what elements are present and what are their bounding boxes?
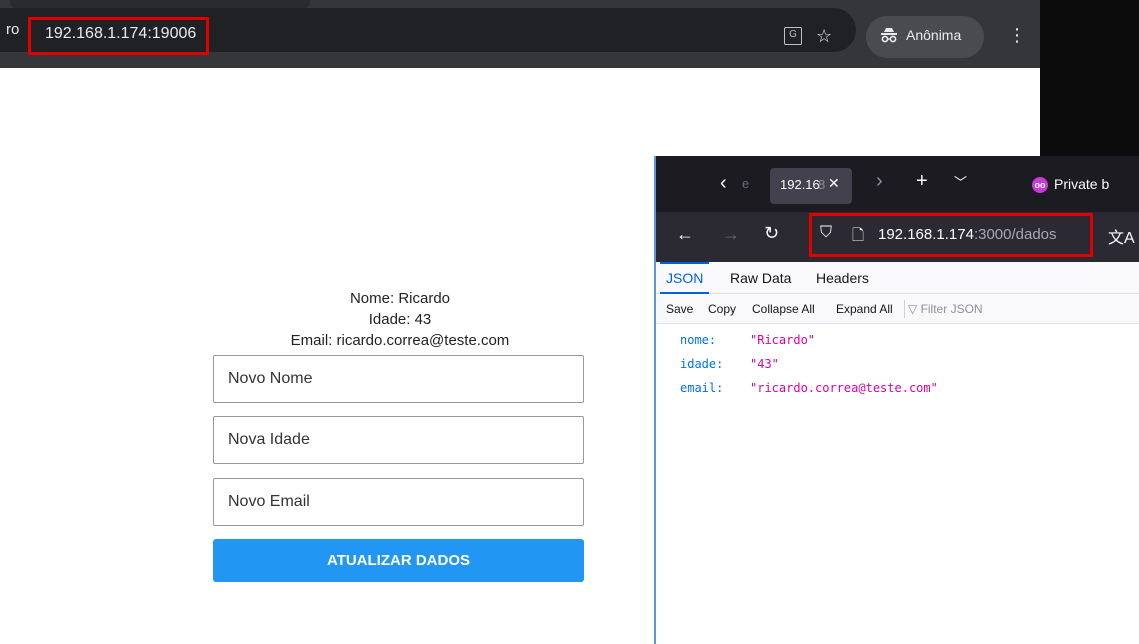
reload-icon[interactable]: ↻ <box>764 223 779 244</box>
save-button[interactable]: Save <box>666 294 693 324</box>
url-highlight-box <box>809 213 1093 257</box>
email-display: Email: ricardo.correa@teste.com <box>290 332 510 349</box>
tab-title-fade: 8 <box>818 177 826 192</box>
tab-headers[interactable]: Headers <box>810 262 875 294</box>
kebab-menu-icon[interactable]: ⋮ <box>1008 25 1026 46</box>
novo-email-input[interactable] <box>213 478 584 526</box>
toolbar-divider <box>904 300 905 318</box>
idade-display: Idade: 43 <box>368 311 432 328</box>
chrome-url-text[interactable]: 192.168.1.174:19006 <box>45 25 196 43</box>
close-tab-icon[interactable]: ✕ <box>828 175 840 192</box>
firefox-tab-bar: ‹ e 192.16 8 ✕ › + ﹀ oo Private b <box>656 156 1139 212</box>
scroll-tabs-left-icon[interactable]: ‹ <box>720 172 727 195</box>
translate-icon[interactable]: G <box>784 27 802 45</box>
collapse-all-button[interactable]: Collapse All <box>752 294 815 324</box>
new-tab-icon[interactable]: + <box>916 170 928 193</box>
tab-fragment: e <box>742 176 750 191</box>
json-value-nome: "Ricardo" <box>750 333 816 347</box>
incognito-icon <box>880 27 898 48</box>
nome-display: Nome: Ricardo <box>349 290 451 307</box>
expand-all-button[interactable]: Expand All <box>836 294 893 324</box>
json-value-idade: "43" <box>750 357 779 371</box>
filter-icon: ▽ <box>908 302 921 316</box>
back-arrow-icon[interactable]: ← <box>676 224 694 245</box>
chrome-tab[interactable] <box>10 0 310 8</box>
json-value-email: "ricardo.correa@teste.com" <box>750 381 938 395</box>
copy-button[interactable]: Copy <box>708 294 736 324</box>
firefox-active-tab[interactable]: 192.16 8 ✕ <box>770 168 852 204</box>
tab-raw-data[interactable]: Raw Data <box>724 262 797 294</box>
tab-json[interactable]: JSON <box>660 262 710 294</box>
incognito-label: Anônima <box>906 27 962 43</box>
star-icon[interactable]: ☆ <box>816 26 832 46</box>
chrome-tab-strip <box>0 0 1040 8</box>
tab-title: 192.16 <box>780 177 820 192</box>
private-browsing-label: Private b <box>1054 176 1110 192</box>
scroll-tabs-right-icon[interactable]: › <box>876 170 883 193</box>
background-region <box>1040 0 1139 156</box>
json-key-idade: idade: <box>680 357 724 371</box>
atualizar-dados-button[interactable]: ATUALIZAR DADOS <box>213 539 584 582</box>
filter-json-input[interactable]: ▽ Filter JSON <box>908 294 983 324</box>
nova-idade-input[interactable] <box>213 416 584 464</box>
novo-nome-input[interactable] <box>213 355 584 403</box>
forward-arrow-icon[interactable]: → <box>722 224 740 245</box>
json-key-email: email: <box>680 381 724 395</box>
private-browsing-icon: oo <box>1032 177 1048 193</box>
tab-list-chevron-icon[interactable]: ﹀ <box>954 172 967 191</box>
address-fragment: ro <box>6 21 20 38</box>
json-viewer-toolbar: Save Copy Collapse All Expand All ▽ Filt… <box>656 294 1139 324</box>
json-key-nome: nome: <box>680 333 717 347</box>
translate-icon[interactable]: 文A <box>1108 224 1135 248</box>
json-viewer-tabs: JSON Raw Data Headers <box>656 262 1139 294</box>
